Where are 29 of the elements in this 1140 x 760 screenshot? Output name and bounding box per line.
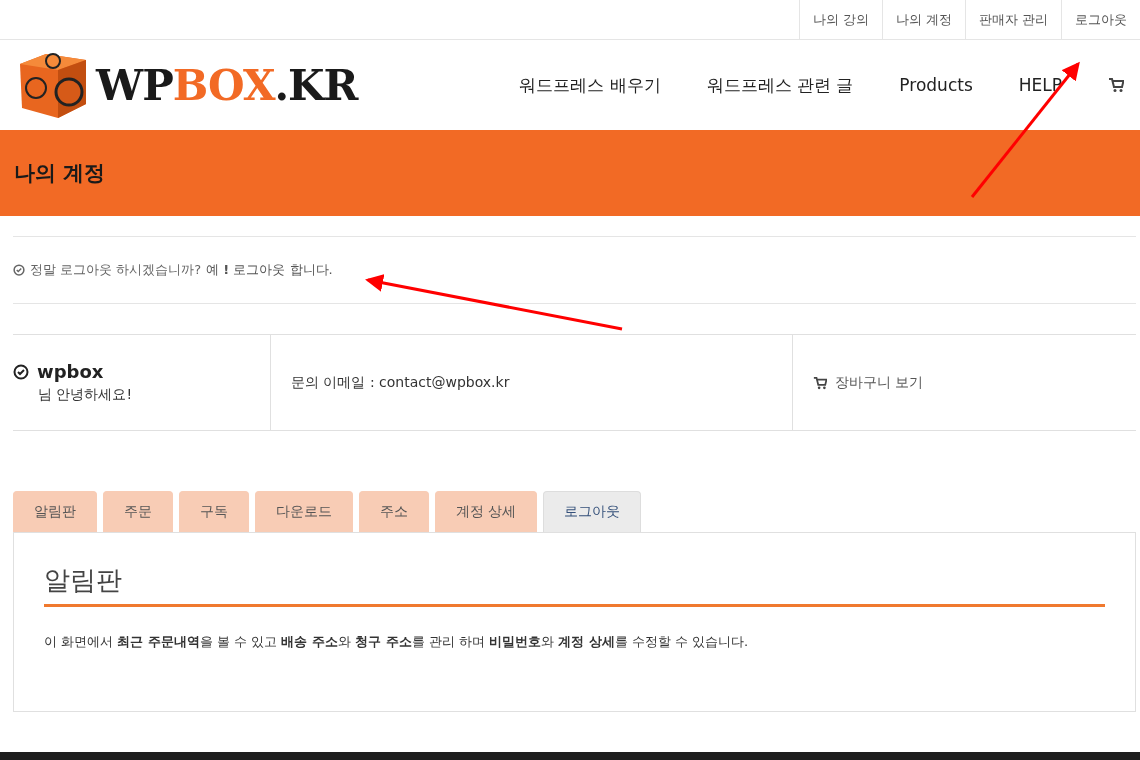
- account-tab[interactable]: 주문: [103, 491, 173, 532]
- contact-email-text: 문의 이메일 : contact@wpbox.kr: [291, 373, 510, 392]
- panel-heading: 알림판: [44, 563, 1105, 607]
- nav-link[interactable]: Products: [899, 75, 973, 95]
- top-menu-link[interactable]: 판매자 관리: [964, 0, 1061, 39]
- page-title: 나의 계정: [14, 160, 106, 187]
- check-circle-icon: [13, 264, 25, 276]
- cart-icon: [813, 375, 827, 390]
- account-tab[interactable]: 주소: [359, 491, 429, 532]
- account-tab[interactable]: 로그아웃: [543, 491, 642, 532]
- account-tab[interactable]: 구독: [179, 491, 249, 532]
- cart-icon: [1108, 77, 1124, 93]
- account-tab[interactable]: 계정 상세: [435, 491, 538, 532]
- greeting-text: 님 안녕하세요!: [37, 386, 133, 404]
- username: wpbox: [37, 361, 104, 382]
- nav-link[interactable]: 워드프레스 배우기: [519, 73, 661, 97]
- top-menu-link[interactable]: 로그아웃: [1061, 0, 1140, 39]
- check-circle-icon: [13, 363, 29, 380]
- nav-link[interactable]: HELP: [1018, 75, 1062, 95]
- view-cart-link[interactable]: 장바구니 보기: [835, 373, 924, 392]
- top-menu-link[interactable]: 나의 강의: [798, 0, 882, 39]
- top-menu-link[interactable]: 나의 계정: [881, 0, 965, 39]
- logo-wordmark[interactable]: WPBOX.KR: [96, 60, 358, 110]
- account-tab[interactable]: 알림판: [13, 491, 97, 532]
- dashboard-description: 이 화면에서 최근 주문내역을 볼 수 있고 배송 주소와 청구 주소를 관리 하며 비밀번호와 계정 상세를 수정할 수 있습니다.: [44, 633, 750, 651]
- nav-link[interactable]: 워드프레스 관련 글: [706, 73, 854, 97]
- account-tab[interactable]: 다운로드: [255, 491, 353, 532]
- logout-confirm-text: 정말 로그아웃 하시겠습니까?: [30, 261, 202, 279]
- logout-confirm-link[interactable]: 예 ! 로그아웃 합니다.: [206, 261, 333, 279]
